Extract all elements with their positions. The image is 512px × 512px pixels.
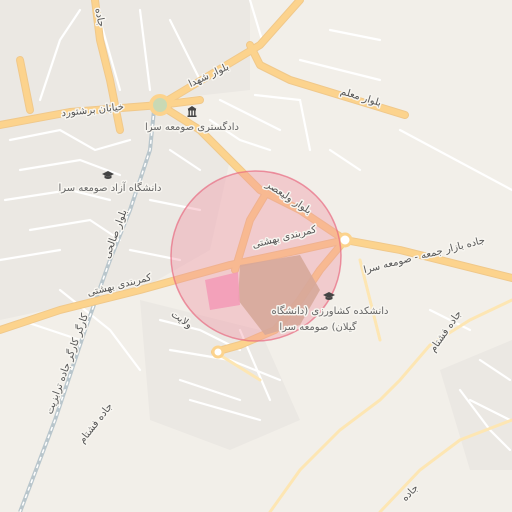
poi-label-court: دادگستری صومعه سرا: [145, 121, 239, 133]
poi-label-agri-line1: دانشکده کشاورزی (دانشگاه: [272, 305, 389, 317]
poi-label-azad-univ: دانشگاه آزاد صومعه سرا: [59, 181, 162, 194]
roundabout-north: [149, 94, 171, 116]
map-layer: بلوار شهدا خیابان برشتورد بلوار معلم بلو…: [0, 0, 512, 512]
poi-label-agri-line2: گیلان) صومعه سرا: [279, 321, 356, 333]
roundabout-south: [211, 345, 225, 359]
map-canvas[interactable]: بلوار شهدا خیابان برشتورد بلوار معلم بلو…: [0, 0, 512, 512]
